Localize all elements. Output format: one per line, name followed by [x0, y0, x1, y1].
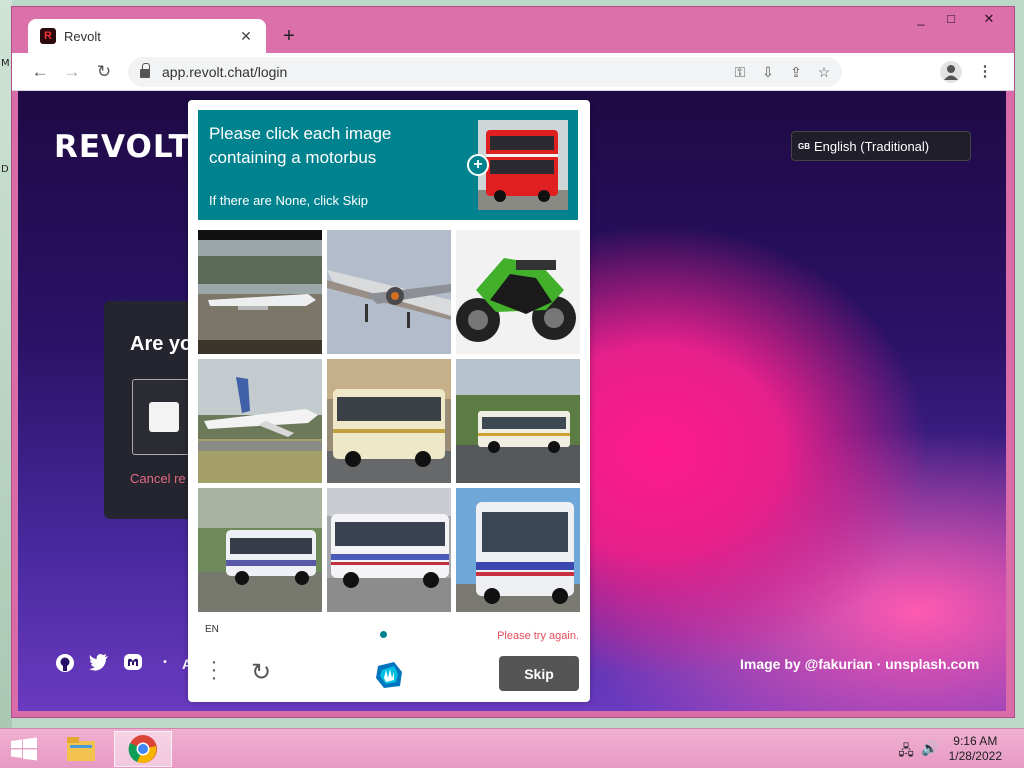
github-icon[interactable]: [54, 653, 76, 678]
desktop-icon-fragment: D: [1, 164, 9, 175]
progress-dot: [380, 631, 387, 638]
captcha-challenge: Please click each image containing a mot…: [188, 100, 590, 702]
language-select[interactable]: GB English (Traditional): [791, 131, 971, 161]
image-credit[interactable]: Image by @fakurian · unsplash.com: [740, 656, 979, 672]
language-value: English (Traditional): [814, 138, 930, 154]
volume-icon[interactable]: 🔊: [921, 740, 939, 757]
tile-bus-4[interactable]: [327, 488, 451, 612]
share-icon[interactable]: ⇪: [786, 64, 806, 81]
browser-menu-icon[interactable]: ⋮: [974, 61, 996, 83]
tile-motorcycle[interactable]: [456, 230, 580, 354]
tile-bus-5[interactable]: [456, 488, 580, 612]
captcha-language[interactable]: EN: [205, 624, 219, 635]
tab-close-icon[interactable]: ✕: [238, 28, 254, 45]
chrome-taskbar-icon[interactable]: [114, 731, 172, 767]
network-icon[interactable]: 🖧: [897, 740, 915, 764]
tile-bus-1[interactable]: [327, 359, 451, 483]
expand-sample-icon[interactable]: +: [467, 154, 489, 176]
taskbar: 🖧 🔊 9:16 AM 1/28/2022: [0, 728, 1024, 768]
tile-bus-2[interactable]: [456, 359, 580, 483]
footer-separator: •: [163, 657, 167, 668]
captcha-menu-icon[interactable]: · · ·: [208, 652, 220, 688]
tab-title: Revolt: [64, 28, 101, 44]
tile-airplane-landing[interactable]: [327, 230, 451, 354]
skip-button[interactable]: Skip: [499, 656, 579, 691]
minimize-button[interactable]: _: [906, 11, 936, 26]
clock-time: 9:16 AM: [953, 734, 998, 748]
tab-revolt[interactable]: R Revolt ✕: [28, 19, 266, 53]
refresh-icon[interactable]: ↻: [248, 660, 274, 686]
bookmark-star-icon[interactable]: ☆: [814, 64, 834, 81]
gb-flag-icon: GB: [798, 141, 810, 151]
lock-icon[interactable]: [140, 63, 150, 78]
browser-toolbar: ← → ↻ app.revolt.chat/login ⚿ ⇩ ⇪ ☆ ⋮: [12, 53, 1014, 91]
captcha-error: Please try again.: [497, 630, 579, 642]
reload-icon[interactable]: ↻: [92, 60, 116, 84]
hcaptcha-logo-icon[interactable]: [372, 658, 406, 692]
clock-date: 1/28/2022: [948, 749, 1002, 763]
windows-start-icon[interactable]: [10, 737, 38, 761]
clock[interactable]: 9:16 AM 1/28/2022: [949, 734, 1002, 764]
install-app-icon[interactable]: ⇩: [758, 64, 778, 81]
captcha-checkbox[interactable]: [149, 402, 179, 432]
tile-airplane-runway[interactable]: [198, 230, 322, 354]
mastodon-icon[interactable]: [122, 653, 144, 678]
new-tab-button[interactable]: +: [278, 25, 300, 47]
captcha-hint: If there are None, click Skip: [209, 193, 368, 208]
key-icon[interactable]: ⚿: [730, 64, 750, 81]
close-window-button[interactable]: ✕: [974, 11, 1004, 27]
captcha-prompt: Please click each image containing a mot…: [209, 124, 392, 167]
back-arrow-icon[interactable]: ←: [28, 60, 52, 84]
url-text: app.revolt.chat/login: [162, 64, 288, 80]
image-grid: [198, 230, 580, 612]
revolt-logo: REVOLT: [54, 129, 191, 165]
cancel-link[interactable]: Cancel re: [130, 471, 186, 486]
forward-arrow-icon[interactable]: →: [60, 60, 84, 84]
captcha-header: Please click each image containing a mot…: [198, 110, 578, 220]
tile-bus-3[interactable]: [198, 488, 322, 612]
profile-avatar-icon[interactable]: [940, 61, 962, 83]
sample-bus-image: [478, 120, 568, 210]
tab-strip: R Revolt ✕ + _ □ ✕: [12, 7, 1014, 53]
file-explorer-icon[interactable]: [52, 731, 110, 767]
desktop-icon-fragment: M: [1, 58, 10, 69]
maximize-button[interactable]: □: [936, 11, 966, 26]
twitter-icon[interactable]: [88, 653, 110, 676]
tile-airplane-takeoff[interactable]: [198, 359, 322, 483]
card-title: Are yo: [130, 333, 193, 355]
address-bar[interactable]: app.revolt.chat/login ⚿ ⇩ ⇪ ☆: [128, 57, 842, 87]
revolt-favicon-icon: R: [40, 28, 56, 44]
